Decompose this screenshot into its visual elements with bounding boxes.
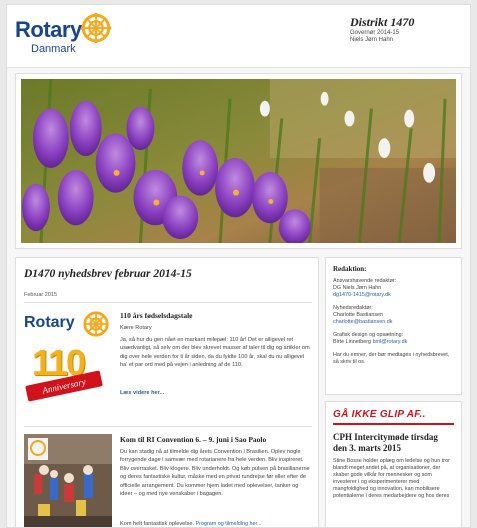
newsletter-header: Rotary Danmark Distrikt 1470 Governør 20… <box>7 5 470 68</box>
divider <box>24 426 312 427</box>
district-role: Governør 2014-15 <box>350 30 400 36</box>
editorial-line: Har du emner, der bør medtages i nyhedsb… <box>333 352 450 365</box>
dont-miss-box: GÅ IKKE GLIP AF.. CPH Intercitymøde tirs… <box>325 401 462 527</box>
newsletter-date: Februar 2015 <box>24 292 58 298</box>
dont-miss-label: GÅ IKKE GLIP AF.. <box>333 409 426 420</box>
editorial-line: Ansvarshavende redaktør: <box>333 278 397 284</box>
alert-divider <box>333 423 454 425</box>
rotary-logo-text: Rotary <box>15 17 82 42</box>
editorial-email-link[interactable]: dg1470-1415@rotary.dk <box>333 292 454 299</box>
newsletter-title: D1470 nyhedsbrev februar 2014-15 <box>24 268 192 280</box>
editorial-line: Charlotte Bastiansen <box>333 312 384 318</box>
article-body: Du kan stadig nå at tilmelde dig årets C… <box>120 449 310 498</box>
district-info: Distrikt 1470 Governør 2014-15 Niels Jør… <box>350 15 448 44</box>
editorial-line-name: Birte Linnetberg <box>333 339 372 345</box>
editorial-email-link[interactable]: charlotte@bastiansen.dk <box>333 319 454 326</box>
article-title[interactable]: 110 års fødselsdagstale <box>120 311 193 320</box>
program-link[interactable]: Program og tilmelding her... <box>196 521 262 527</box>
event-title[interactable]: CPH Intercitymøde tirsdag den 3. marts 2… <box>333 432 454 454</box>
editorial-box: Redaktion: Ansvarshavende redaktør: DG N… <box>325 257 462 395</box>
editorial-line: Birte Linnetberg bml@rotary.dk <box>333 339 454 346</box>
editorial-line: Grafisk design og opsætning: <box>333 332 404 338</box>
badge-rotary-text: Rotary <box>24 314 75 331</box>
article-greeting: Kære Rotary <box>120 325 152 331</box>
convention-photo <box>24 434 112 527</box>
divider <box>24 302 312 303</box>
district-governor-name: Niels Jørn Hahn <box>350 37 394 43</box>
event-body: Stine Bosse holder oplæg om ledelse og h… <box>333 458 450 499</box>
editorial-line: DG Niels Jørn Hahn <box>333 285 382 291</box>
editorial-email-link[interactable]: bml@rotary.dk <box>373 339 408 345</box>
hero-image-frame <box>15 73 462 249</box>
district-title: Distrikt 1470 <box>350 15 415 29</box>
article-title[interactable]: Kom til RI Convention 6. – 9. juni i Sao… <box>120 435 266 444</box>
main-content-column: D1470 nyhedsbrev februar 2014-15 Februar… <box>15 257 319 527</box>
more-prefix: Kom helt fantastisk oplevelse. <box>120 521 194 527</box>
rotary-logo-subtitle: Danmark <box>31 43 76 55</box>
editorial-heading: Redaktion: <box>333 265 367 273</box>
crocus-flowers-image <box>21 79 456 243</box>
badge-wheel-icon <box>83 311 109 337</box>
newsletter-page: Rotary Danmark Distrikt 1470 Governør 20… <box>6 4 471 528</box>
editorial-line: Nyhedsredaktør: <box>333 305 373 311</box>
article-more-line: Kom helt fantastisk oplevelse. Program o… <box>120 520 310 527</box>
read-more-link[interactable]: Læs videre her... <box>120 390 164 396</box>
article-body: Ja, så hur du gen nået en markant milepæ… <box>120 337 310 369</box>
rotary-wheel-icon <box>81 13 111 43</box>
anniversary-badge: Rotary 110 Anniversary <box>24 310 112 402</box>
